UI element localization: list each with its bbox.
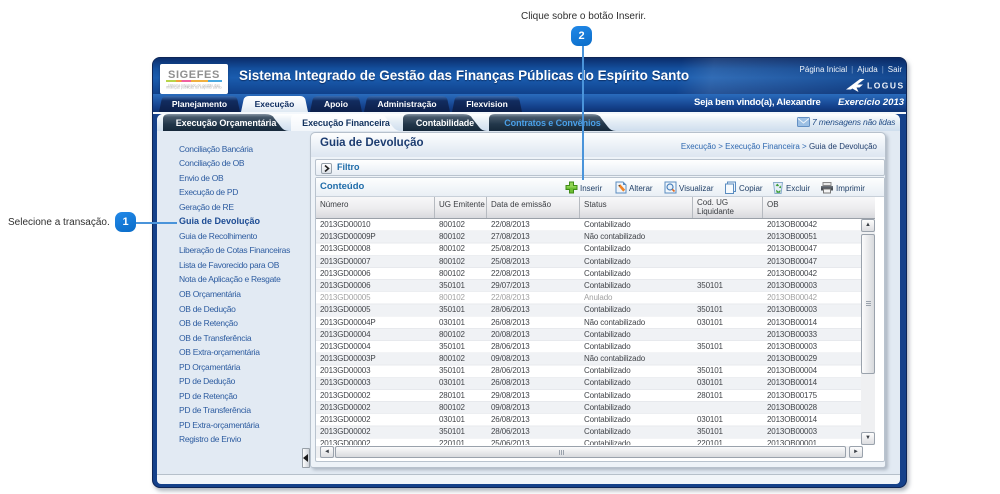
svg-text:LOGUS: LOGUS (867, 81, 904, 91)
